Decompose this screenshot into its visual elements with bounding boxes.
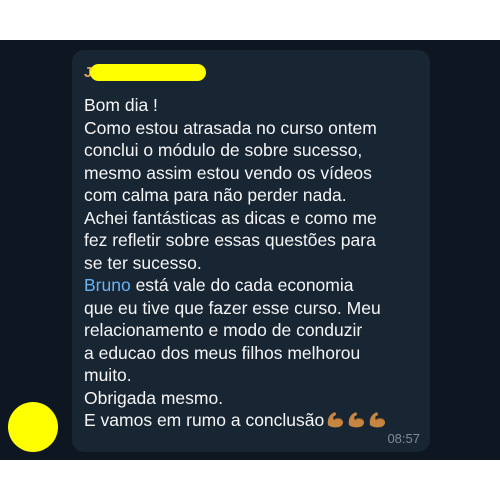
message-line: muito. [84,365,132,385]
message-timestamp: 08:57 [387,431,420,446]
message-line: se ter sucesso. [84,252,202,273]
chat-window: Jo Bom dia ! Como estou atrasada no curs… [0,40,500,460]
message-line: Bruno está vale do cada economia [84,274,418,297]
message-bubble[interactable]: Jo Bom dia ! Como estou atrasada no curs… [72,50,430,452]
message-line: Bom dia ! [84,95,158,115]
sender-name[interactable]: Jo [84,60,418,86]
message-text: Bom dia ! Como estou atrasada no curso o… [84,94,418,435]
flexed-biceps-icon [367,409,387,435]
message-line: E vamos em rumo a conclusão [84,409,418,435]
flexed-biceps-icon [346,409,366,435]
message-line-text: E vamos em rumo a conclusão [84,410,325,430]
message-line: Achei fantásticas as dicas e como me [84,207,377,228]
message-line: conclui o módulo de sobre sucesso, [84,140,363,160]
message-line: Como estou atrasada no curso ontem [84,117,377,138]
message-line: fez refletir sobre essas questões para [84,230,376,250]
message-line-rest: está vale do cada economia [130,275,354,295]
mention-link[interactable]: Bruno [84,275,131,295]
message-line: relacionamento e modo de conduzir [84,320,363,340]
avatar[interactable] [8,402,58,452]
message-line: que eu tive que fazer esse curso. Meu [84,297,381,318]
message-line: Obrigada mesmo. [84,387,224,408]
flexed-biceps-icon [325,409,345,435]
message-line: com calma para não perder nada. [84,185,347,205]
message-line: a educao dos meus filhos melhorou [84,342,361,363]
message-line: mesmo assim estou vendo os vídeos [84,162,372,183]
sender-redaction [90,64,206,81]
